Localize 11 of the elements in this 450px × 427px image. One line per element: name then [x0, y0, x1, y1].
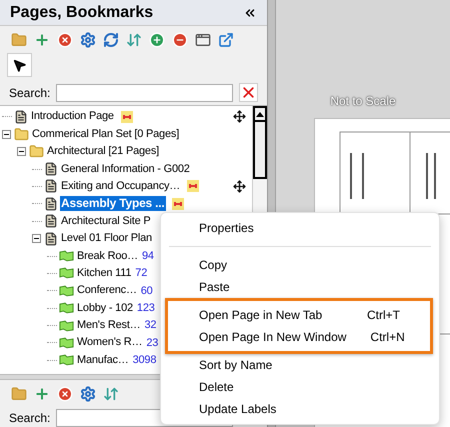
area-value: 60 [140, 284, 153, 299]
search-label: Search: [9, 84, 50, 102]
search-label: Search: [9, 410, 50, 427]
area-value: 72 [135, 266, 148, 282]
area-value: 123 [136, 300, 155, 316]
area-value: 23 [146, 336, 158, 351]
area-value: 32 [144, 318, 156, 334]
panel-title: Pages, Bookmarks [10, 2, 154, 23]
area-value: 94 [142, 248, 154, 264]
area-value: 3098 [132, 353, 156, 368]
scale-caption: Not to Scale [330, 93, 396, 110]
